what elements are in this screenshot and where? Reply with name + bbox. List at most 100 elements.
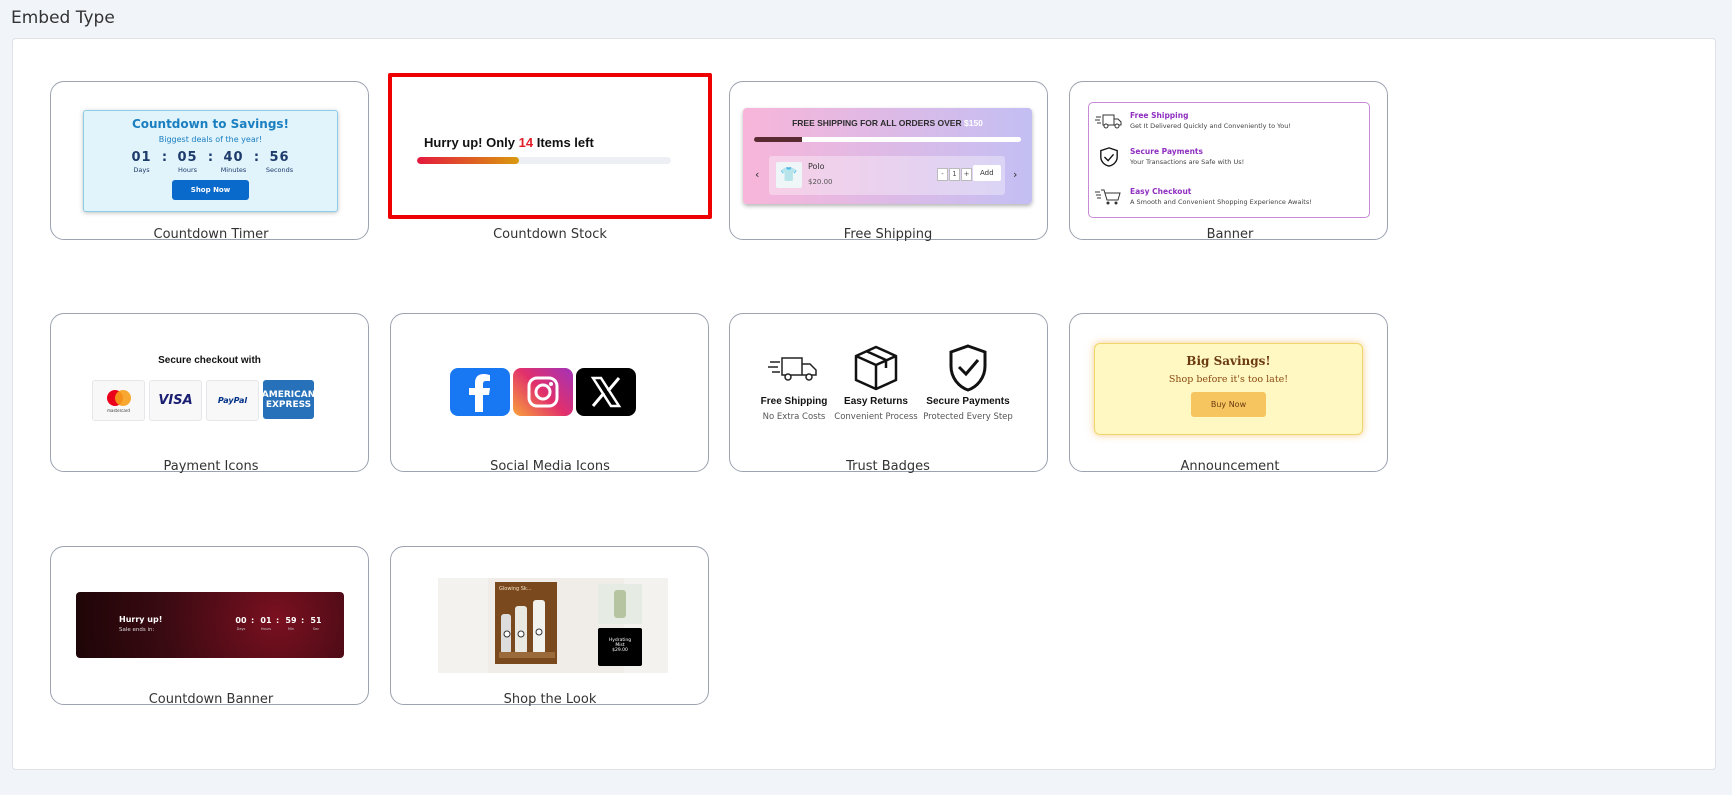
- countdown-seconds: 56: [269, 150, 290, 165]
- amex-line1: AMERICAN: [261, 389, 316, 400]
- countdown-digits: 01 Days : 05 Hours : 40 Minutes : 56 Seconds: [131, 150, 294, 174]
- trust-badge-returns: Easy Returns Convenient Process: [831, 344, 921, 422]
- banner-item-checkout: Easy Checkout A Smooth and Convenient Sho…: [1095, 187, 1312, 207]
- truck-icon: [1095, 114, 1122, 129]
- trust-badge-title: Easy Returns: [844, 396, 908, 407]
- amex-line2: EXPRESS: [265, 399, 312, 410]
- countdown-banner-heading: Hurry up!: [119, 615, 163, 624]
- banner-item-desc: Get It Delivered Quickly and Convenientl…: [1130, 122, 1291, 130]
- product-row: 👕 Polo $20.00 -1 + Add: [769, 156, 1005, 195]
- cb-min-label: Min: [287, 627, 295, 631]
- visa-icon: VISA: [149, 380, 202, 421]
- payment-cards: mastercard VISA PayPal AMERICAN EXPRESS: [92, 380, 318, 421]
- stock-progress-fill: [417, 157, 519, 164]
- countdown-minutes: 40: [223, 150, 244, 165]
- page-title: Embed Type: [11, 8, 115, 28]
- card-countdown-timer[interactable]: Countdown to Savings! Biggest deals of t…: [50, 81, 369, 240]
- free-shipping-title-text: FREE SHIPPING FOR ALL ORDERS OVER: [792, 118, 962, 128]
- trust-badge-title: Secure Payments: [926, 396, 1010, 407]
- announcement-subtitle: Shop before it's too late!: [1168, 374, 1289, 385]
- trust-badge-sub: Convenient Process: [834, 412, 918, 422]
- cart-icon: [1095, 189, 1121, 205]
- banner-item-shipping: Free Shipping Get It Delivered Quickly an…: [1095, 111, 1291, 131]
- shop-the-look-preview: Glowing Sk... Hydrating Mist $29.00: [438, 578, 668, 673]
- mastercard-label: mastercard: [107, 407, 130, 413]
- banner-item-payments: Secure Payments Your Transactions are Saf…: [1095, 147, 1244, 167]
- card-trust-badges[interactable]: Free Shipping No Extra Costs Easy Return…: [729, 313, 1048, 472]
- free-shipping-amount: $150: [964, 118, 983, 128]
- countdown-hours: 05: [177, 150, 198, 165]
- card-label-countdown-timer: Countdown Timer: [153, 227, 269, 242]
- countdown-days: 01: [131, 150, 152, 165]
- card-label-banner: Banner: [1206, 227, 1254, 242]
- cb-days: 00: [235, 616, 247, 625]
- stock-prefix: Hurry up! Only: [424, 135, 516, 150]
- payment-title: Secure checkout with: [158, 355, 261, 366]
- countdown-days-label: Days: [133, 166, 150, 174]
- x-icon: [576, 368, 636, 416]
- banner-item-title: Easy Checkout: [1130, 187, 1192, 196]
- countdown-banner-digits: 00 Days : 01 Hours : 59 Min : 51 Sec: [235, 616, 322, 631]
- card-label-trust-badges: Trust Badges: [846, 459, 930, 474]
- announcement-title: Big Savings!: [1186, 354, 1271, 368]
- social-icons-row: [450, 368, 639, 416]
- stock-suffix: Items left: [536, 135, 594, 150]
- product-panel: Glowing Sk...: [495, 582, 557, 664]
- card-banner[interactable]: Free Shipping Get It Delivered Quickly an…: [1069, 81, 1388, 240]
- trust-badge-title: Free Shipping: [760, 396, 828, 407]
- announcement-preview: Big Savings! Shop before it's too late! …: [1094, 343, 1363, 435]
- visa-label: VISA: [158, 393, 193, 408]
- qty-minus: -: [937, 168, 948, 181]
- card-countdown-stock[interactable]: Hurry up! Only 14 Items left: [388, 73, 712, 219]
- mastercard-icon: mastercard: [92, 380, 145, 421]
- card-announcement[interactable]: Big Savings! Shop before it's too late! …: [1069, 313, 1388, 472]
- card-label-countdown-stock: Countdown Stock: [493, 227, 607, 242]
- trust-badge-payments: Secure Payments Protected Every Step: [923, 344, 1013, 422]
- countdown-timer-preview: Countdown to Savings! Biggest deals of t…: [83, 110, 338, 212]
- free-shipping-preview: FREE SHIPPING FOR ALL ORDERS OVER $150 ‹…: [743, 108, 1032, 204]
- shirt-icon: 👕: [776, 162, 802, 188]
- facebook-icon: [450, 368, 510, 416]
- banner-item-title: Free Shipping: [1130, 111, 1189, 120]
- shield-check-icon: [1100, 147, 1118, 167]
- stock-count: 14: [518, 135, 534, 150]
- card-label-shop-the-look: Shop the Look: [503, 692, 597, 707]
- countdown-minutes-label: Minutes: [220, 166, 247, 174]
- qty-plus: +: [961, 168, 972, 181]
- card-countdown-banner[interactable]: Hurry up! Sale ends in: 00 Days : 01 Hours…: [50, 546, 369, 705]
- countdown-hours-label: Hours: [177, 166, 198, 174]
- side-product-image: [598, 584, 642, 624]
- trust-badge-sub: No Extra Costs: [762, 412, 826, 422]
- paypal-label: PayPal: [217, 396, 248, 405]
- cb-hours-label: Hours: [260, 627, 272, 631]
- cb-min: 59: [285, 616, 297, 625]
- panel-text: Glowing Sk...: [499, 586, 532, 592]
- card-shop-the-look[interactable]: Glowing Sk... Hydrating Mist $29.00: [390, 546, 709, 705]
- countdown-banner-preview: Hurry up! Sale ends in: 00 Days : 01 Hours…: [76, 592, 344, 658]
- product-price: $20.00: [808, 178, 833, 186]
- card-label-social-media-icons: Social Media Icons: [490, 459, 610, 474]
- card-free-shipping[interactable]: FREE SHIPPING FOR ALL ORDERS OVER $150 ‹…: [729, 81, 1048, 240]
- buy-now-button: Buy Now: [1190, 392, 1267, 417]
- cb-sec: 51: [310, 616, 322, 625]
- qty-value: 1: [949, 168, 960, 181]
- countdown-banner-sub: Sale ends in:: [119, 627, 155, 633]
- prev-arrow-icon: ‹: [755, 168, 760, 181]
- card-payment-icons[interactable]: Secure checkout with mastercard VISA Pay…: [50, 313, 369, 472]
- product-tag: Hydrating Mist $29.00: [598, 628, 642, 666]
- quantity-stepper: -1 +: [937, 168, 973, 181]
- banner-preview: Free Shipping Get It Delivered Quickly an…: [1088, 102, 1370, 218]
- card-label-announcement: Announcement: [1180, 459, 1280, 474]
- card-label-countdown-banner: Countdown Banner: [148, 692, 274, 707]
- box-icon: [854, 345, 898, 391]
- card-label-free-shipping: Free Shipping: [843, 227, 933, 242]
- banner-item-desc: Your Transactions are Safe with Us!: [1130, 158, 1245, 166]
- banner-item-title: Secure Payments: [1130, 147, 1203, 156]
- stock-progress-bar: [417, 157, 671, 164]
- add-button: Add: [973, 165, 1001, 181]
- countdown-title: Countdown to Savings!: [131, 117, 290, 131]
- card-social-media-icons[interactable]: [390, 313, 709, 472]
- paypal-icon: PayPal: [206, 380, 259, 421]
- embed-type-panel: Countdown to Savings! Biggest deals of t…: [12, 38, 1716, 770]
- cb-days-label: Days: [236, 627, 246, 631]
